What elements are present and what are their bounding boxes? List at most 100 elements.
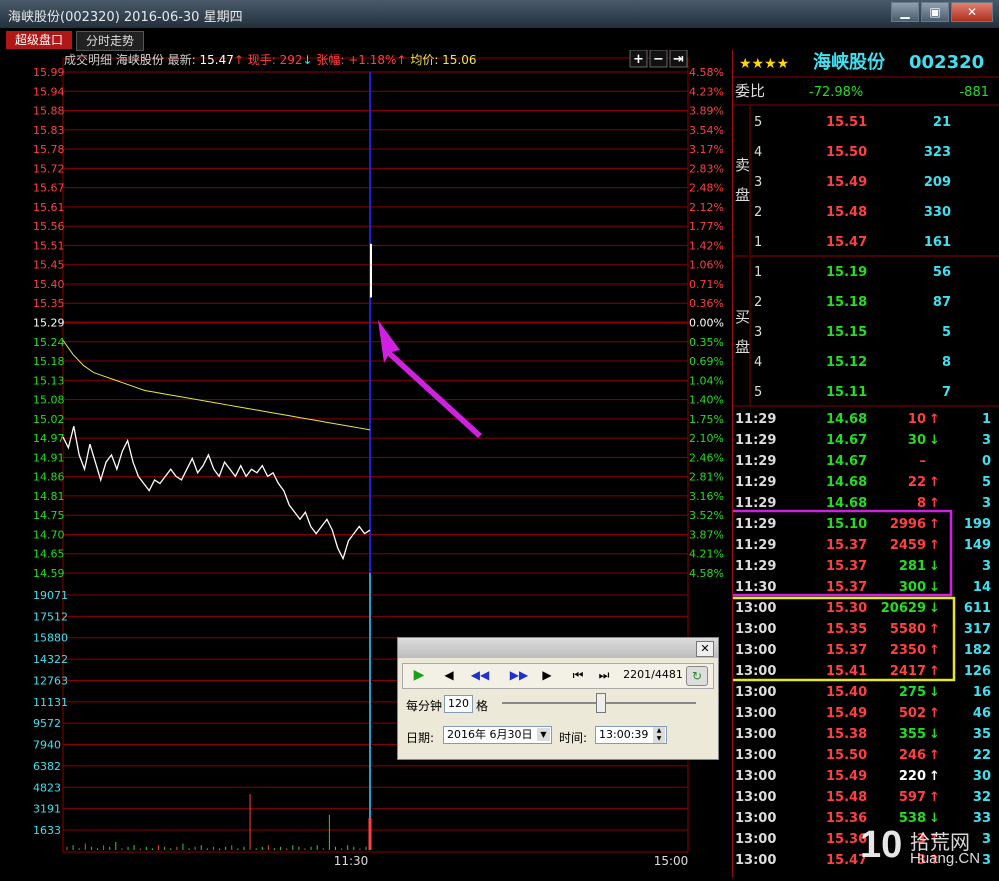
- header-avg: 15.06: [442, 53, 476, 67]
- spinner-arrows-icon[interactable]: ▲ ▼: [653, 727, 665, 743]
- average-price-line: [62, 340, 371, 431]
- speed-slider-thumb[interactable]: [596, 693, 606, 713]
- pct-tick-label: 0.69%: [689, 355, 724, 368]
- tick-time: 11:29: [735, 538, 776, 553]
- refresh-icon[interactable]: ↻: [686, 666, 708, 686]
- dialog-titlebar[interactable]: [398, 638, 718, 658]
- tick-time: 11:29: [735, 454, 776, 469]
- skip-end-icon[interactable]: ⏭: [595, 666, 613, 684]
- per-minute-input[interactable]: 120: [444, 695, 473, 713]
- volume-tick-label: 9572: [33, 717, 61, 730]
- watermark-number: 10: [860, 824, 903, 866]
- price-line: [62, 426, 371, 561]
- volume-tick-label: 4823: [33, 781, 61, 794]
- tick-price: 15.38: [826, 727, 867, 742]
- tick-price: 15.37: [826, 538, 867, 553]
- tick-count: 5: [982, 475, 991, 490]
- tick-price: 15.49: [826, 769, 867, 784]
- price-tick-label: 15.61: [33, 201, 65, 214]
- pct-tick-label: 4.58%: [689, 567, 724, 580]
- sell-price: 15.48: [826, 205, 867, 220]
- zoom-in-icon[interactable]: +: [633, 52, 644, 67]
- tick-count: 0: [982, 454, 991, 469]
- tab-bar: 超级盘口 分时走势: [6, 31, 145, 51]
- tick-count: 317: [964, 622, 991, 637]
- arrow-up-icon: ↑: [929, 475, 940, 490]
- tick-time: 13:00: [735, 769, 776, 784]
- tick-count: 16: [973, 685, 991, 700]
- zoom-out-icon[interactable]: −: [653, 52, 664, 67]
- price-tick-label: 15.88: [33, 105, 65, 118]
- step-back-icon[interactable]: ◀: [441, 666, 457, 684]
- pct-tick-label: 4.23%: [689, 85, 724, 98]
- time-spinner[interactable]: 13:00:39 ▲ ▼: [595, 726, 667, 744]
- sell-volume: 21: [933, 115, 951, 130]
- tick-count: 611: [964, 601, 991, 616]
- pct-tick-label: 2.81%: [689, 471, 724, 484]
- date-select[interactable]: 2016年 6月30日 ▼: [443, 726, 552, 744]
- arrow-up-icon: ↑: [929, 517, 940, 532]
- price-tick-label: 14.97: [33, 432, 65, 445]
- replay-dialog[interactable]: ✕ ▶ ◀ ◀◀ ▶▶ ▶ ⏮ ⏭ 2201/4481 ↻ 每分钟 120 格 …: [397, 637, 719, 760]
- pct-tick-label: 3.54%: [689, 124, 724, 137]
- tab-super-quote[interactable]: 超级盘口: [6, 31, 73, 49]
- pct-tick-label: 3.89%: [689, 105, 724, 118]
- pct-tick-label: 0.35%: [689, 336, 724, 349]
- minimize-button[interactable]: ▁: [891, 2, 919, 22]
- tick-count: 32: [973, 790, 991, 805]
- dropdown-arrow-icon[interactable]: ▼: [537, 728, 550, 741]
- window-title: 海峡股份(002320) 2016-06-30 星期四: [8, 10, 243, 25]
- buy-price: 15.15: [826, 325, 867, 340]
- date-value: 2016年 6月30日: [447, 728, 533, 741]
- pct-tick-label: 0.36%: [689, 297, 724, 310]
- tick-price: 15.50: [826, 748, 867, 763]
- annotation-arrow: [378, 320, 482, 438]
- maximize-button[interactable]: ▣: [921, 2, 949, 22]
- buy-volume: 8: [942, 355, 951, 370]
- price-tick-label: 15.78: [33, 143, 65, 156]
- tick-count: 22: [973, 748, 991, 763]
- header-vol: 292: [280, 53, 303, 67]
- time-tick-label: 15:00: [654, 854, 689, 868]
- tick-time: 13:00: [735, 748, 776, 763]
- watermark: 10 拾荒网 Huang.CN: [860, 824, 990, 874]
- buy-volume: 7: [942, 385, 951, 400]
- skip-start-icon[interactable]: ⏮: [569, 666, 587, 684]
- tick-time: 11:29: [735, 496, 776, 511]
- step-forward-icon[interactable]: ▶: [539, 666, 555, 684]
- tick-price: 15.37: [826, 580, 867, 595]
- close-button[interactable]: ✕: [951, 2, 993, 22]
- tab-intraday-trend[interactable]: 分时走势: [76, 31, 145, 51]
- tick-volume: 275: [899, 685, 926, 700]
- sell-level: 5: [754, 115, 762, 130]
- buy-price: 15.18: [826, 295, 867, 310]
- fast-rewind-icon[interactable]: ◀◀: [467, 666, 493, 684]
- wei-bi-label: 委比: [735, 82, 765, 100]
- price-tick-label: 14.59: [33, 567, 65, 580]
- tick-price: 15.37: [826, 559, 867, 574]
- tick-time: 11:30: [735, 580, 776, 595]
- tick-price: 15.40: [826, 685, 867, 700]
- arrow-up-icon: ↑: [929, 790, 940, 805]
- sell-volume: 330: [924, 205, 951, 220]
- tick-price: 15.48: [826, 790, 867, 805]
- tick-volume: 2459: [890, 538, 926, 553]
- tick-count: 1: [982, 412, 991, 427]
- panel-toggle-icon[interactable]: ⇥: [673, 52, 684, 67]
- play-icon[interactable]: ▶: [409, 666, 429, 684]
- price-tick-label: 15.83: [33, 124, 65, 137]
- pct-tick-label: 4.21%: [689, 548, 724, 561]
- pct-tick-label: 2.46%: [689, 451, 724, 464]
- tick-volume: 5580: [890, 622, 926, 637]
- window-controls: ▁ ▣ ✕: [891, 2, 993, 22]
- volume-tick-label: 7940: [33, 739, 61, 752]
- fast-forward-icon[interactable]: ▶▶: [506, 666, 532, 684]
- tick-volume: 10: [908, 412, 926, 427]
- dialog-close-button[interactable]: ✕: [696, 641, 714, 657]
- tick-price: 15.35: [826, 622, 867, 637]
- price-tick-label: 15.67: [33, 182, 65, 195]
- tick-time: 11:29: [735, 517, 776, 532]
- tick-count: 3: [982, 496, 991, 511]
- volume-tick-label: 3191: [33, 803, 61, 816]
- price-tick-label: 15.72: [33, 162, 65, 175]
